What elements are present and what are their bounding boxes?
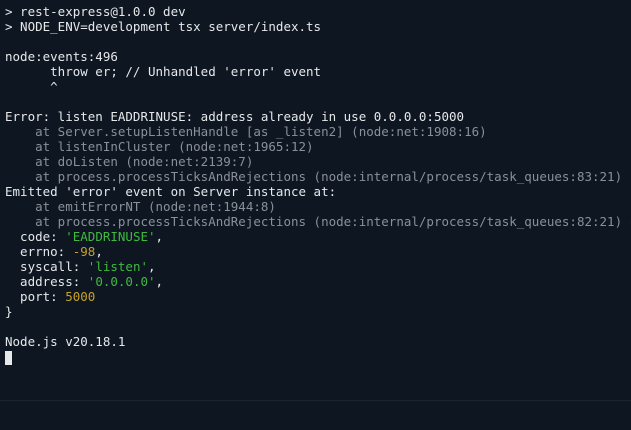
prop-value: 5000 xyxy=(65,289,96,304)
stack-frame: at process.processTicksAndRejections (no… xyxy=(5,214,623,229)
stack-frame: at emitErrorNT (node:net:1944:8) xyxy=(5,199,276,214)
stack-frame: at process.processTicksAndRejections (no… xyxy=(5,169,623,184)
stack-frame: at doListen (node:net:2139:7) xyxy=(5,154,254,169)
prop-comma: , xyxy=(95,244,103,259)
error-prop-errno: errno: -98, xyxy=(5,244,631,259)
prop-value: '0.0.0.0' xyxy=(87,274,156,289)
emitted-error-line: Emitted 'error' event on Server instance… xyxy=(5,184,337,199)
prop-comma: , xyxy=(155,274,164,289)
error-message: Error: listen EADDRINUSE: address alread… xyxy=(5,109,465,124)
error-caret: ^ xyxy=(5,79,58,94)
prop-key: code: xyxy=(5,229,66,244)
prompt-line[interactable] xyxy=(5,349,631,365)
error-prop-address: address: '0.0.0.0', xyxy=(5,274,631,289)
object-brace-close: } xyxy=(5,304,13,319)
stack-frame: at Server.setupListenHandle [as _listen2… xyxy=(5,124,487,139)
text-cursor xyxy=(5,350,12,365)
command-line: > NODE_ENV=development tsx server/index.… xyxy=(5,19,322,34)
object-brace-open: { xyxy=(622,214,631,229)
error-source-line: throw er; // Unhandled 'error' event xyxy=(5,64,322,79)
error-location: node:events:496 xyxy=(5,49,118,64)
panel-divider xyxy=(0,400,631,401)
prop-comma: , xyxy=(155,229,164,244)
prop-key: address: xyxy=(5,274,88,289)
command-line: > rest-express@1.0.0 dev xyxy=(5,4,186,19)
prop-value: 'EADDRINUSE' xyxy=(65,229,156,244)
prop-key: port: xyxy=(5,289,66,304)
error-prop-port: port: 5000 xyxy=(5,289,631,304)
stack-frame: at listenInCluster (node:net:1965:12) xyxy=(5,139,314,154)
node-version: Node.js v20.18.1 xyxy=(5,334,126,349)
stack-frame-with-brace: at process.processTicksAndRejections (no… xyxy=(5,214,631,229)
error-prop-code: code: 'EADDRINUSE', xyxy=(5,229,631,244)
prop-value: 'listen' xyxy=(87,259,149,274)
prop-value: -98 xyxy=(72,244,96,259)
terminal-output[interactable]: > rest-express@1.0.0 dev > NODE_ENV=deve… xyxy=(5,4,631,400)
prop-key: errno: xyxy=(5,244,73,259)
error-prop-syscall: syscall: 'listen', xyxy=(5,259,631,274)
prop-comma: , xyxy=(148,259,156,274)
prop-key: syscall: xyxy=(5,259,88,274)
